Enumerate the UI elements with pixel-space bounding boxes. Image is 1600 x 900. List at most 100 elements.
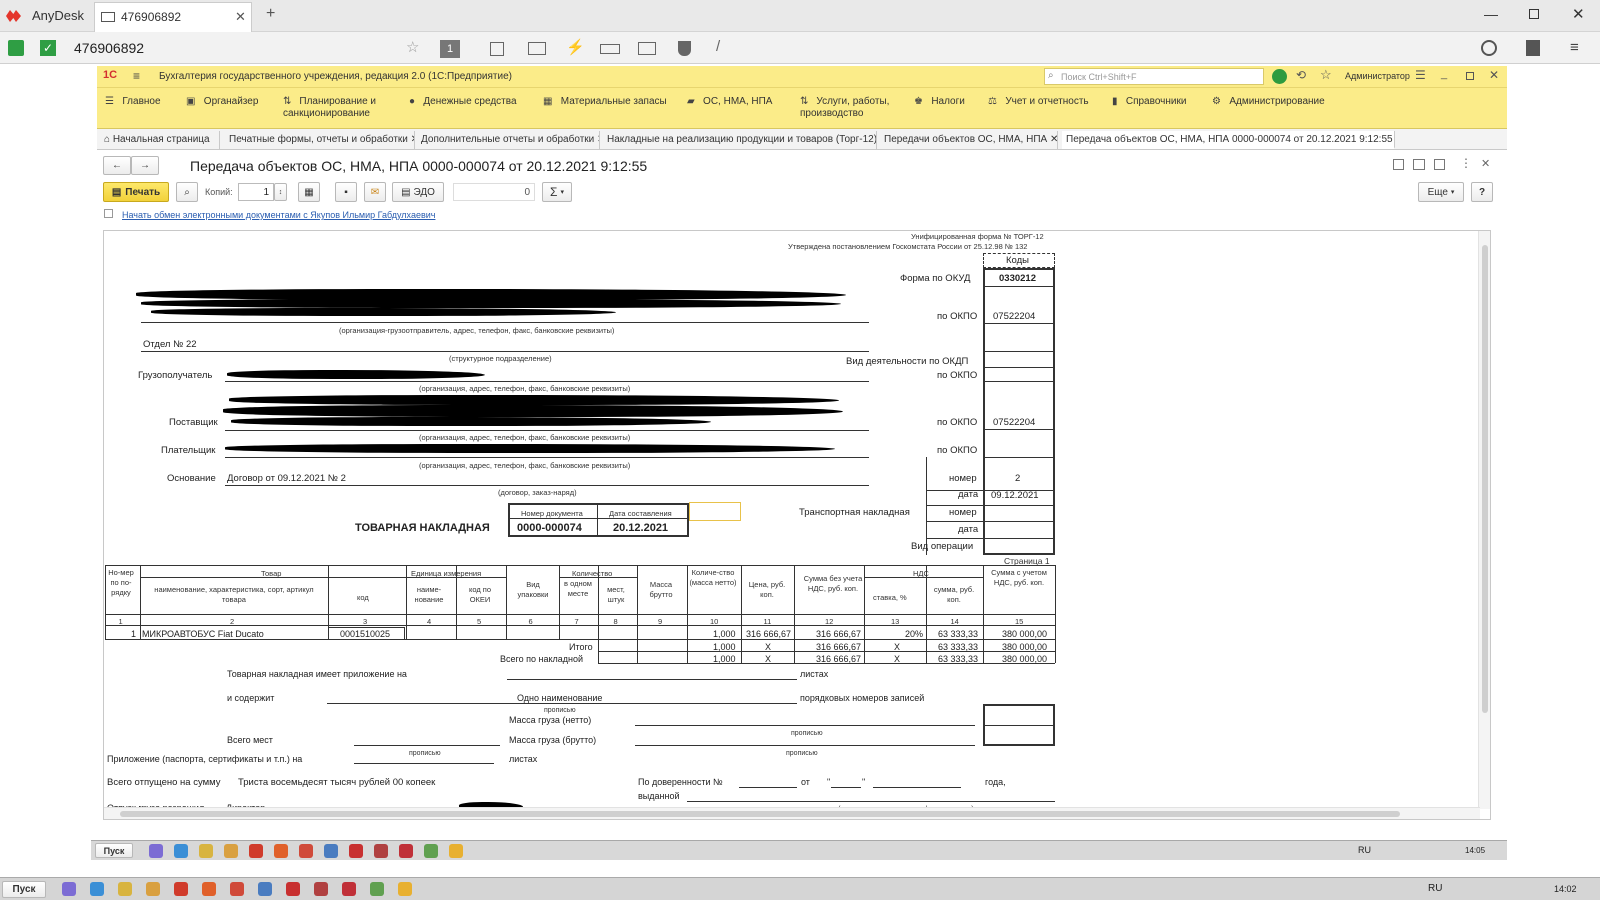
active-cell[interactable]	[689, 502, 741, 521]
notifications-icon[interactable]	[1272, 69, 1287, 84]
taskbar-app-icon[interactable]	[342, 882, 356, 896]
menu-organizer[interactable]: ▣ Органайзер	[186, 96, 258, 108]
taskbar-app-icon[interactable]	[299, 844, 313, 858]
taskbar-app-icon[interactable]	[286, 882, 300, 896]
taskbar-app-icon[interactable]	[258, 882, 272, 896]
menu-services[interactable]: ⇅ Услуги, работы, производство	[800, 96, 900, 120]
preview-icon[interactable]	[1434, 159, 1445, 170]
taskbar-app-icon[interactable]	[449, 844, 463, 858]
more-button[interactable]: Еще ▾	[1418, 182, 1464, 202]
back-button[interactable]: ←	[103, 156, 131, 175]
print-icon[interactable]	[1413, 159, 1425, 170]
taskbar-app-icon[interactable]	[224, 844, 238, 858]
menu-os-nma[interactable]: ▰ ОС, НМА, НПА	[687, 96, 772, 108]
tab-current-doc[interactable]: Передача объектов ОС, НМА, НПА 0000-0000…	[1062, 131, 1395, 149]
taskbar-app-icon[interactable]	[174, 844, 188, 858]
tab-print-forms[interactable]: Печатные формы, отчеты и обработки ✕	[225, 131, 415, 149]
taskbar-app-icon[interactable]	[324, 844, 338, 858]
taskbar-app-icon[interactable]	[230, 882, 244, 896]
start-button[interactable]: Пуск	[95, 843, 133, 858]
menu-accounting[interactable]: ⚖ Учет и отчетность	[988, 96, 1089, 108]
close-form-icon[interactable]: ✕	[1481, 157, 1490, 170]
taskbar-app-icon[interactable]	[118, 882, 132, 896]
minimize-window-icon[interactable]: —	[1484, 6, 1498, 22]
edo-link[interactable]: Начать обмен электронными документами с …	[122, 210, 435, 220]
anydesk-session-tab[interactable]: 476906892 ✕	[94, 2, 252, 32]
forward-button[interactable]: →	[131, 156, 159, 175]
sum-field[interactable]: 0	[453, 183, 535, 201]
global-search-input[interactable]: ⌕ Поиск Ctrl+Shift+F	[1044, 68, 1264, 85]
download-icon[interactable]	[1526, 40, 1540, 56]
keyboard-icon[interactable]	[600, 44, 620, 54]
chat-icon[interactable]	[528, 42, 546, 55]
settings-button[interactable]: ▦	[298, 182, 320, 202]
start-button[interactable]: Пуск	[2, 881, 46, 898]
tab-torg12[interactable]: Накладные на реализацию продукции и това…	[603, 131, 877, 149]
tab-home[interactable]: ⌂ Начальная страница	[100, 131, 220, 149]
current-user[interactable]: Администратор	[1345, 71, 1410, 81]
taskbar-app-icon[interactable]	[62, 882, 76, 896]
preview-button[interactable]: ⌕	[176, 182, 198, 202]
menu-reference[interactable]: ▮ Справочники	[1112, 96, 1186, 108]
app-restore-icon[interactable]	[1466, 72, 1474, 80]
taskbar-app-icon[interactable]	[174, 882, 188, 896]
menu-admin[interactable]: ⚙ Администрирование	[1212, 96, 1325, 108]
app-menu-icon[interactable]: ≡	[133, 69, 140, 83]
taskbar-app-icon[interactable]	[399, 844, 413, 858]
close-icon[interactable]: ✕	[1050, 134, 1057, 145]
taskbar-app-icon[interactable]	[370, 882, 384, 896]
close-icon[interactable]: ✕	[411, 134, 414, 145]
menu-main[interactable]: ☰ Главное	[105, 96, 161, 108]
more-dots-icon[interactable]: ⋮	[1460, 156, 1472, 170]
menu-materials[interactable]: ▦ Материальные запасы	[543, 96, 667, 108]
app-minimize-icon[interactable]: _	[1441, 68, 1447, 80]
vertical-scroll-thumb[interactable]	[1482, 245, 1488, 713]
email-button[interactable]: ✉	[364, 182, 386, 202]
taskbar-app-icon[interactable]	[202, 882, 216, 896]
monitor-select-button[interactable]: 1	[440, 40, 460, 58]
taskbar-app-icon[interactable]	[90, 882, 104, 896]
lang-indicator[interactable]: RU	[1358, 845, 1371, 855]
sum-mode-button[interactable]: Σ ▾	[542, 182, 572, 202]
restore-window-icon[interactable]	[1529, 9, 1539, 19]
close-window-icon[interactable]: ✕	[1572, 5, 1585, 23]
shield-icon[interactable]	[678, 41, 691, 56]
history-icon[interactable]	[1481, 40, 1497, 56]
settings-menu-icon[interactable]: ☰	[1415, 68, 1426, 82]
taskbar-app-icon[interactable]	[374, 844, 388, 858]
edo-button[interactable]: ▤ ЭДО	[392, 182, 444, 202]
tab-os-transfers[interactable]: Передачи объектов ОС, НМА, НПА ✕	[880, 131, 1058, 149]
taskbar-app-icon[interactable]	[314, 882, 328, 896]
vertical-scrollbar[interactable]	[1478, 231, 1490, 809]
taskbar-app-icon[interactable]	[398, 882, 412, 896]
menu-planning[interactable]: ⇅ Планирование и санкционирование	[283, 96, 398, 120]
menu-money[interactable]: ● Денежные средства	[409, 96, 517, 108]
lang-indicator[interactable]: RU	[1428, 883, 1442, 894]
favorite-star-icon[interactable]: ☆	[406, 38, 419, 56]
save-file-button[interactable]: ▪	[335, 182, 357, 202]
new-tab-icon[interactable]: +	[266, 5, 275, 23]
copies-stepper[interactable]: ↕	[274, 183, 287, 201]
close-tab-icon[interactable]: ✕	[235, 9, 246, 25]
spreadsheet-document[interactable]: Унифицированная форма № ТОРГ-12 Утвержде…	[103, 230, 1491, 820]
save-icon[interactable]	[1393, 159, 1404, 170]
close-icon[interactable]: ✕	[597, 134, 599, 145]
tray-clock[interactable]: 14:05	[1465, 846, 1485, 855]
taskbar-app-icon[interactable]	[146, 882, 160, 896]
address-input[interactable]: 476906892	[74, 40, 144, 56]
taskbar-app-icon[interactable]	[349, 844, 363, 858]
horizontal-scrollbar[interactable]	[104, 807, 1480, 819]
taskbar-app-icon[interactable]	[149, 844, 163, 858]
print-button[interactable]: ▤ Печать	[103, 182, 169, 202]
horizontal-scroll-thumb[interactable]	[120, 811, 1400, 817]
tray-clock[interactable]: 14:02	[1554, 884, 1577, 894]
file-transfer-icon[interactable]	[490, 42, 504, 56]
tab-extra-reports[interactable]: Дополнительные отчеты и обработки ✕	[417, 131, 600, 149]
hamburger-menu-icon[interactable]: ≡	[1570, 40, 1579, 55]
app-close-icon[interactable]: ✕	[1489, 68, 1499, 82]
pen-icon[interactable]: /	[716, 38, 720, 55]
help-button[interactable]: ?	[1471, 182, 1493, 202]
favorites-star-icon[interactable]: ☆	[1320, 67, 1332, 83]
history-icon[interactable]: ⟲	[1296, 68, 1306, 82]
actions-lightning-icon[interactable]: ⚡	[566, 38, 585, 56]
